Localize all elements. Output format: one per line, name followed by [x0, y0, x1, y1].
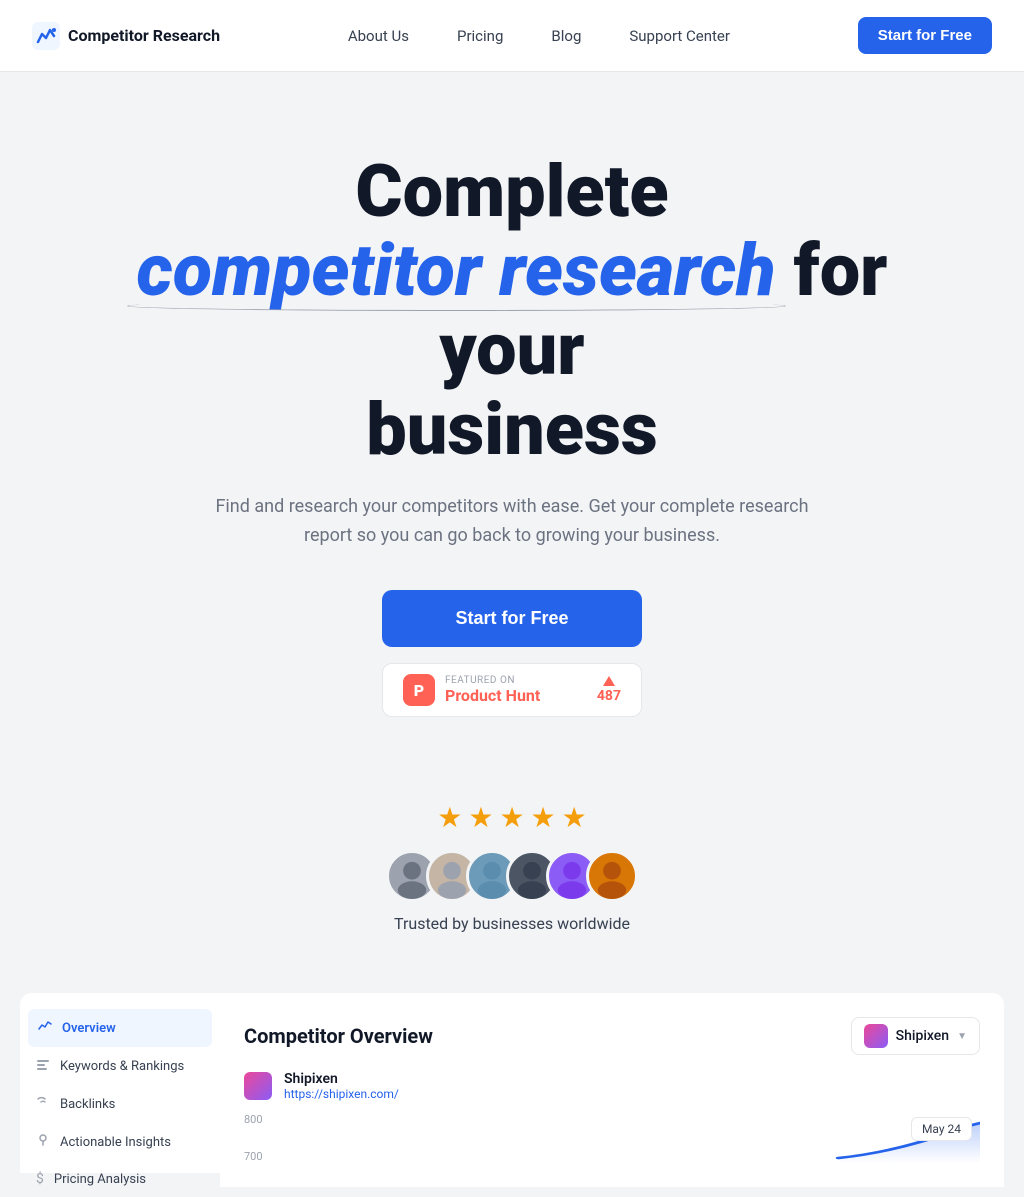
nav-link-pricing[interactable]: Pricing — [457, 27, 503, 45]
competitor-info: Shipixen https://shipixen.com/ — [284, 1071, 399, 1101]
hero-title: Complete competitor research for yourbus… — [82, 152, 942, 469]
hero-title-prefix: Complete — [355, 149, 668, 234]
logo-icon — [32, 22, 60, 50]
competitor-name: Shipixen — [284, 1071, 399, 1087]
competitor-url: https://shipixen.com/ — [284, 1087, 399, 1101]
ph-upvote-icon — [603, 676, 615, 686]
social-proof-section: ★ ★ ★ ★ ★ Trusted by businesses worldwid… — [0, 777, 1024, 973]
competitor-row: Shipixen https://shipixen.com/ — [244, 1071, 980, 1101]
trusted-text: Trusted by businesses worldwide — [394, 914, 630, 933]
product-hunt-badge[interactable]: P FEATURED ON Product Hunt 487 — [382, 663, 642, 717]
star-4: ★ — [531, 801, 556, 834]
main-content-title: Competitor Overview — [244, 1024, 433, 1048]
hero-cta-button[interactable]: Start for Free — [382, 590, 642, 647]
sidebar-item-backlinks[interactable]: Backlinks — [20, 1085, 220, 1123]
sidebar-label-keywords: Keywords & Rankings — [60, 1059, 184, 1074]
sidebar-label-pricing: Pricing Analysis — [54, 1172, 146, 1187]
star-5: ★ — [562, 801, 587, 834]
avatar-6 — [586, 850, 638, 902]
pricing-icon: $ — [36, 1171, 44, 1187]
star-rating: ★ ★ ★ ★ ★ — [437, 801, 587, 834]
logo-text: Competitor Research — [68, 26, 220, 45]
chart-svg — [271, 1113, 980, 1163]
product-hunt-text: FEATURED ON Product Hunt — [445, 675, 540, 705]
product-hunt-icon: P — [403, 674, 435, 706]
keywords-icon — [36, 1057, 50, 1075]
sidebar-item-keywords[interactable]: Keywords & Rankings — [20, 1047, 220, 1085]
backlinks-icon — [36, 1095, 50, 1113]
main-header: Competitor Overview Shipixen ▼ — [244, 1017, 980, 1055]
company-avatar — [864, 1024, 888, 1048]
hero-title-highlight: competitor research — [137, 231, 776, 310]
star-3: ★ — [499, 801, 524, 834]
avatar-group — [386, 850, 638, 902]
chart-y-label-800: 800 — [244, 1113, 263, 1126]
chart-area: May 24 — [271, 1113, 980, 1163]
preview-section: Overview Keywords & Rankings Backlinks A… — [0, 973, 1024, 1187]
competitor-logo — [244, 1072, 272, 1100]
ph-featured-on: FEATURED ON — [445, 675, 515, 686]
navbar: Competitor Research About Us Pricing Blo… — [0, 0, 1024, 72]
company-name: Shipixen — [896, 1028, 949, 1044]
hero-subtitle: Find and research your competitors with … — [212, 493, 812, 551]
chart-row: 800 700 May 24 — [244, 1113, 980, 1163]
star-1: ★ — [437, 801, 462, 834]
sidebar-label-backlinks: Backlinks — [60, 1097, 115, 1112]
company-selector[interactable]: Shipixen ▼ — [851, 1017, 980, 1055]
ph-name: Product Hunt — [445, 686, 540, 705]
ph-vote-count: 487 — [597, 688, 621, 704]
logo[interactable]: Competitor Research — [32, 22, 220, 50]
sidebar: Overview Keywords & Rankings Backlinks A… — [20, 993, 220, 1173]
nav-links: About Us Pricing Blog Support Center — [348, 26, 730, 45]
sidebar-item-pricing[interactable]: $ Pricing Analysis — [20, 1161, 220, 1197]
sidebar-label-overview: Overview — [62, 1021, 116, 1036]
nav-cta-button[interactable]: Start for Free — [858, 17, 992, 54]
main-content: Competitor Overview Shipixen ▼ Shipixen … — [220, 993, 1004, 1187]
nav-link-support[interactable]: Support Center — [629, 27, 730, 45]
hero-section: Complete competitor research for yourbus… — [0, 72, 1024, 777]
sidebar-label-insights: Actionable Insights — [60, 1135, 171, 1150]
star-2: ★ — [468, 801, 493, 834]
chevron-down-icon: ▼ — [957, 1031, 967, 1042]
chart-y-axis: 800 700 — [244, 1113, 263, 1163]
insights-icon — [36, 1133, 50, 1151]
sidebar-item-overview[interactable]: Overview — [28, 1009, 212, 1047]
sidebar-item-insights[interactable]: Actionable Insights — [20, 1123, 220, 1161]
overview-icon — [38, 1019, 52, 1037]
date-badge: May 24 — [911, 1117, 972, 1141]
chart-y-label-700: 700 — [244, 1150, 263, 1163]
ph-votes: 487 — [597, 676, 621, 704]
nav-link-about-us[interactable]: About Us — [348, 27, 409, 45]
nav-link-blog[interactable]: Blog — [551, 27, 581, 45]
